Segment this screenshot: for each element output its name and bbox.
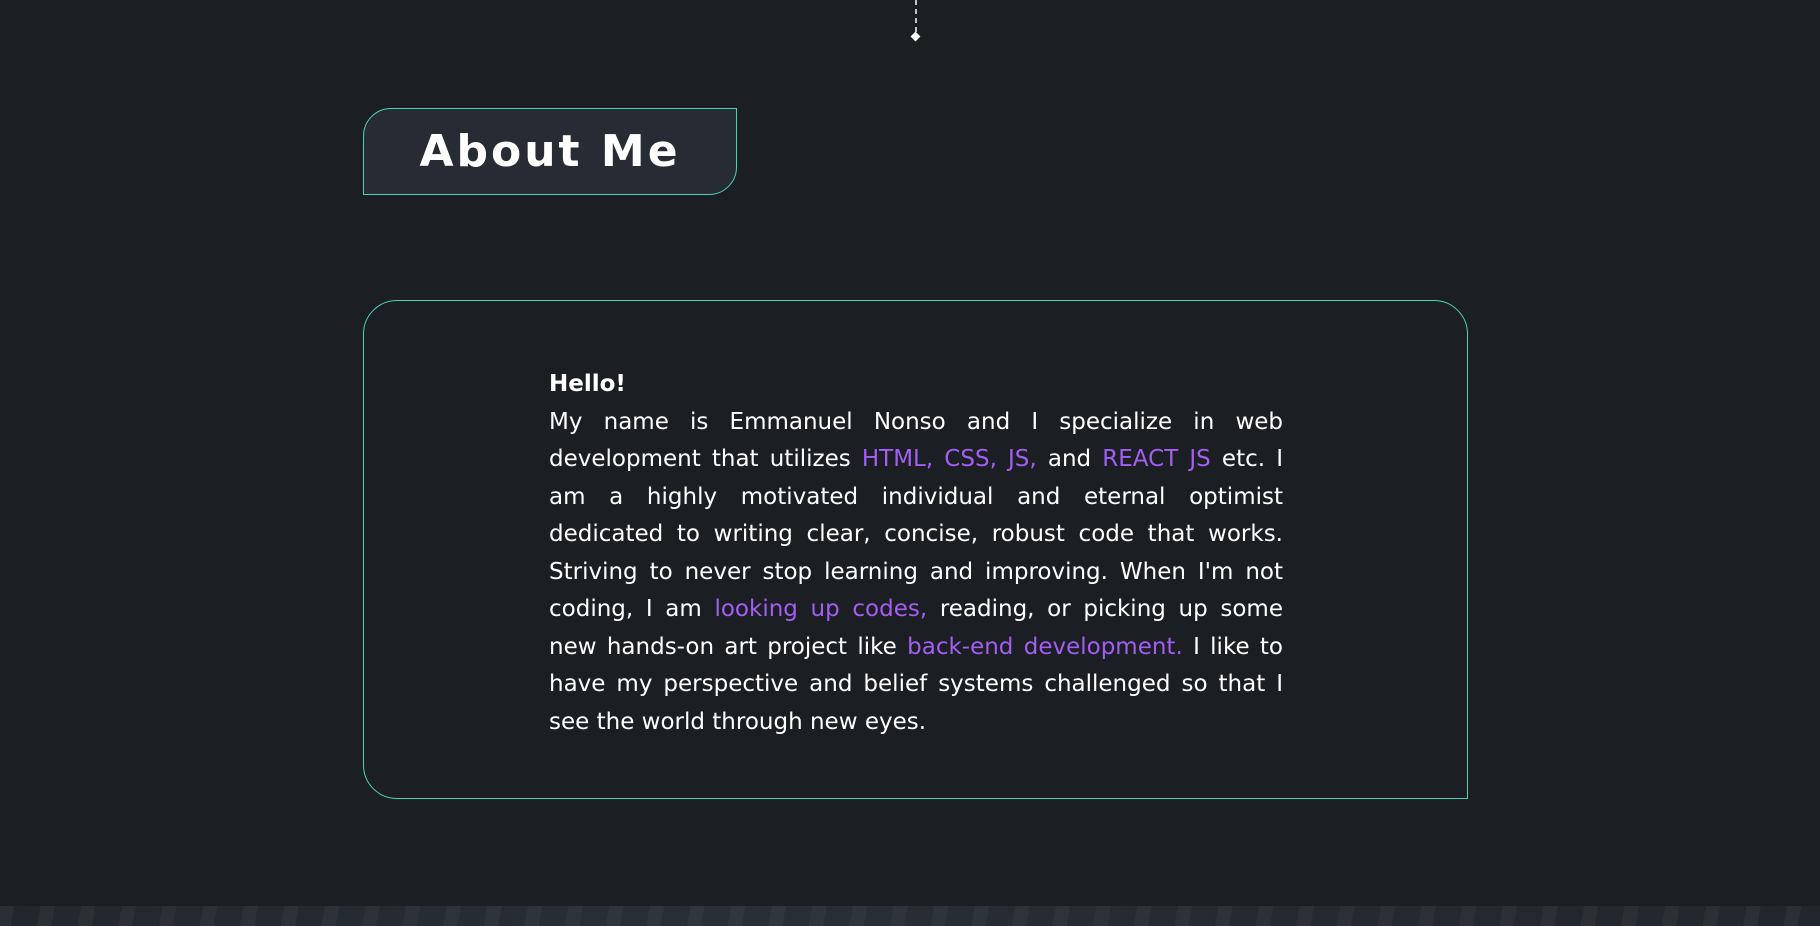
- highlight-react: REACT JS: [1102, 446, 1211, 472]
- greeting: Hello!: [549, 371, 626, 397]
- highlight-looking-up-codes: looking up codes,: [714, 596, 928, 622]
- timeline-dot-icon: [910, 31, 921, 42]
- next-section-edge: [0, 906, 1820, 926]
- about-text: Hello! My name is Emmanuel Nonso and I s…: [549, 366, 1283, 741]
- about-text-segment: and: [1036, 446, 1103, 472]
- highlight-tech-stack: HTML, CSS, JS,: [861, 446, 1037, 472]
- about-card: Hello! My name is Emmanuel Nonso and I s…: [363, 300, 1468, 799]
- section-heading-badge: About Me: [363, 108, 737, 195]
- page: About Me Hello! My name is Emmanuel Nons…: [0, 0, 1820, 926]
- highlight-backend: back-end development.: [907, 633, 1183, 660]
- timeline-connector: [915, 0, 917, 34]
- section-title: About Me: [419, 126, 681, 177]
